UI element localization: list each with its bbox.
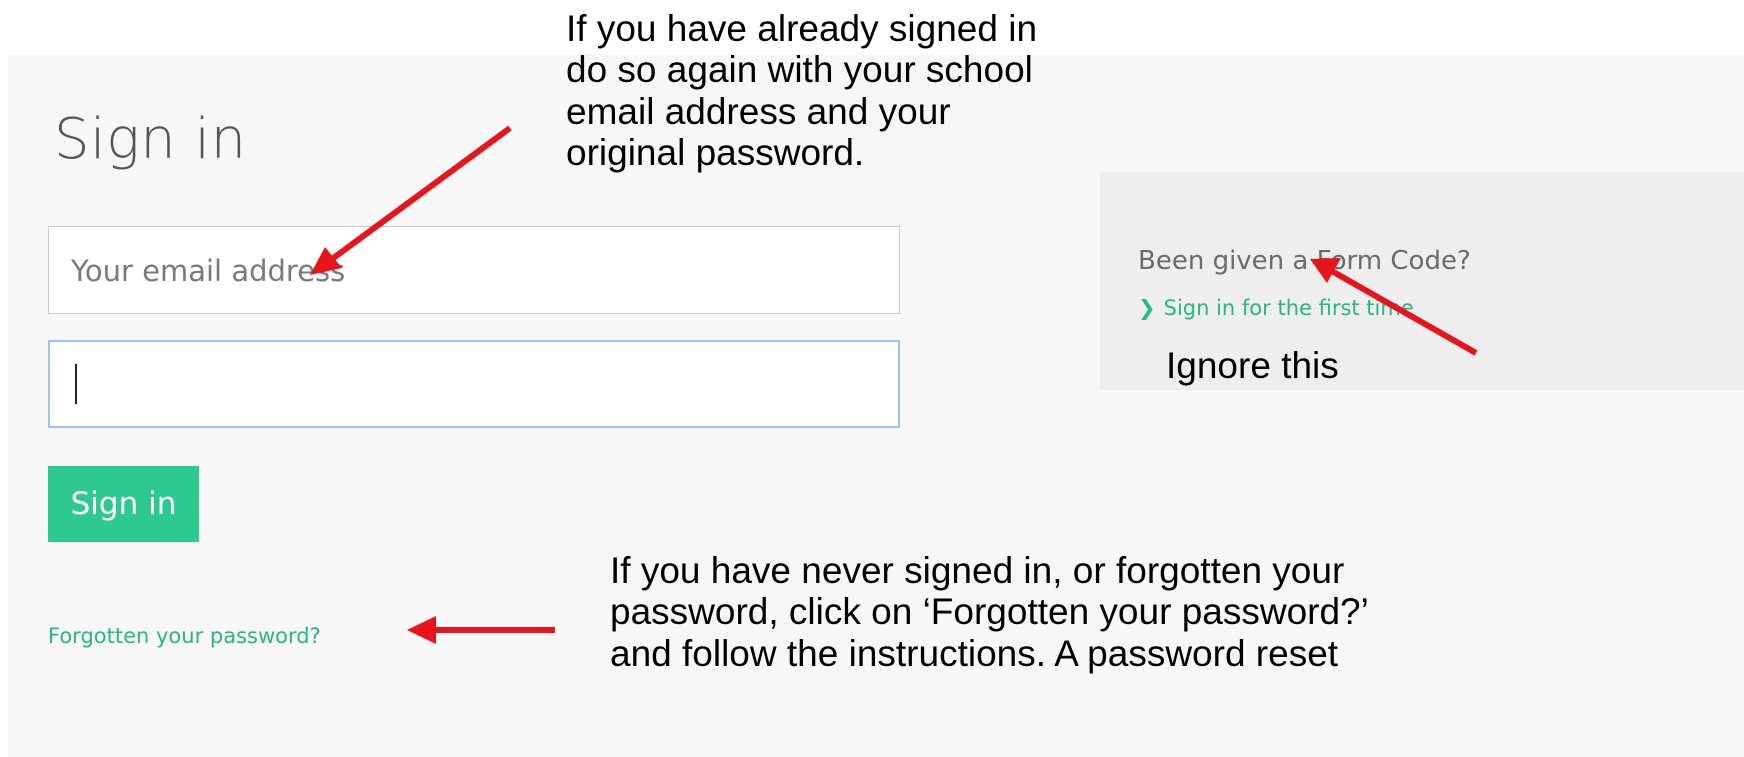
arrow-to-forgot-link xyxy=(407,616,555,644)
annotation-arrows xyxy=(310,125,1478,644)
arrow-to-form-code xyxy=(1310,258,1478,356)
arrow-to-email-field xyxy=(310,125,512,275)
